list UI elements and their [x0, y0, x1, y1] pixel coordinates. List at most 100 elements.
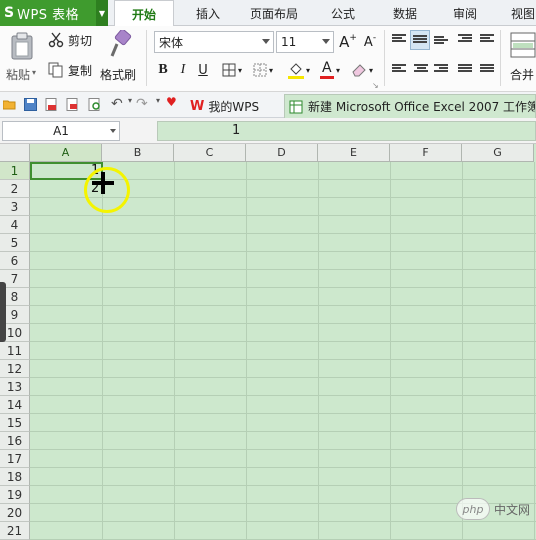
app-menu-button[interactable]: S WPS 表格	[0, 0, 96, 26]
row-header-6[interactable]: 6	[0, 252, 30, 270]
align-middle-button[interactable]	[410, 30, 430, 50]
merge-label: 合并	[510, 68, 535, 82]
chevron-down-icon: ▾	[268, 65, 273, 75]
row-header-21[interactable]: 21	[0, 522, 30, 540]
tab-data[interactable]: 数据	[380, 0, 430, 26]
spreadsheet-grid[interactable]: ABCDEFG 1 2 3 4 5 6 7 8 9 10 11 12 13 14 15 16 17 18 19 20 2…	[0, 144, 536, 540]
fill-handle-crosshair-icon	[92, 172, 114, 194]
grid-column-line	[246, 162, 247, 540]
shrink-font-button[interactable]: A-	[360, 31, 380, 53]
app-name: WPS 表格	[17, 7, 80, 23]
copy-label: 复制	[68, 63, 93, 78]
undo-icon[interactable]: ↶	[111, 96, 124, 112]
column-header-g[interactable]: G	[462, 144, 534, 162]
tab-page-layout[interactable]: 页面布局	[240, 0, 308, 26]
tab-home[interactable]: 开始	[114, 0, 174, 27]
grid-pattern-icon	[253, 63, 267, 77]
align-top-icon[interactable]	[392, 34, 406, 46]
ribbon-separator	[500, 30, 501, 86]
clear-format-button[interactable]: ▾	[348, 58, 376, 82]
tab-insert[interactable]: 插入	[180, 0, 236, 26]
column-header-f[interactable]: F	[390, 144, 462, 162]
row-header-15[interactable]: 15	[0, 414, 30, 432]
align-left-icon[interactable]	[392, 64, 406, 76]
align-justify-icon[interactable]	[458, 64, 472, 76]
row-header-13[interactable]: 13	[0, 378, 30, 396]
align-center-icon[interactable]	[414, 64, 428, 76]
name-box-value: A1	[53, 124, 69, 138]
doc-tab-workbook[interactable]: 新建 Microsoft Office Excel 2007 工作簿	[284, 94, 536, 118]
print-icon[interactable]	[66, 98, 79, 111]
select-all-corner[interactable]	[0, 144, 30, 162]
italic-button[interactable]: I	[174, 60, 192, 80]
print-preview-icon[interactable]	[88, 98, 101, 111]
row-header-16[interactable]: 16	[0, 432, 30, 450]
tab-formulas[interactable]: 公式	[318, 0, 368, 26]
row-header-19[interactable]: 19	[0, 486, 30, 504]
paste-button[interactable]: 粘贴 ▾	[4, 30, 40, 88]
paste-dropdown-icon[interactable]: ▾	[32, 68, 36, 77]
borders-button[interactable]: ▾	[218, 60, 246, 80]
underline-button[interactable]: U	[194, 60, 212, 80]
wrap-indent-right-icon[interactable]	[480, 34, 494, 46]
tab-view[interactable]: 视图	[500, 0, 536, 26]
paint-bucket-icon	[287, 63, 304, 79]
paste-label: 粘贴	[6, 68, 31, 82]
doc-tab-my-wps[interactable]: W 我的WPS	[186, 94, 276, 118]
grid-row-line	[30, 395, 536, 396]
grid-row-line	[30, 233, 536, 234]
column-header-c[interactable]: C	[174, 144, 246, 162]
copy-icon	[48, 62, 63, 78]
app-menu-dropdown-icon[interactable]: ▼	[96, 0, 108, 26]
font-color-button[interactable]: A ▾	[316, 58, 344, 82]
fill-color-button[interactable]: ▾	[284, 58, 314, 82]
cell-fill-pattern-button[interactable]: ▾	[248, 60, 278, 80]
cut-button[interactable]: 剪切	[48, 30, 98, 50]
pin-icon[interactable]: ♥	[166, 95, 179, 109]
row-header-1[interactable]: 1	[0, 162, 30, 180]
format-painter-label: 格式刷	[100, 68, 137, 82]
ribbon-tab-bar: S WPS 表格 ▼ 开始 插入 页面布局 公式 数据 审阅 视图	[0, 0, 536, 27]
column-header-d[interactable]: D	[246, 144, 318, 162]
column-header-a[interactable]: A	[30, 144, 102, 162]
export-pdf-icon[interactable]	[45, 98, 58, 111]
row-header-12[interactable]: 12	[0, 360, 30, 378]
grid-column-line	[174, 162, 175, 540]
row-header-5[interactable]: 5	[0, 234, 30, 252]
grow-font-label: A	[339, 33, 350, 51]
open-folder-icon[interactable]	[3, 98, 16, 111]
row-header-3[interactable]: 3	[0, 198, 30, 216]
redo-icon[interactable]: ↷	[136, 96, 149, 112]
grow-font-button[interactable]: A +	[338, 31, 358, 53]
merge-center-button[interactable]: 合并	[506, 30, 536, 88]
name-box[interactable]: A1	[2, 121, 120, 141]
wrap-indent-left-icon[interactable]	[458, 34, 472, 46]
align-bottom-icon[interactable]	[434, 36, 448, 48]
copy-button[interactable]: 复制	[48, 60, 98, 80]
row-header-2[interactable]: 2	[0, 180, 30, 198]
formula-input[interactable]: 1	[157, 121, 536, 141]
side-panel-handle[interactable]	[0, 282, 6, 342]
align-right-icon[interactable]	[434, 64, 448, 76]
row-header-18[interactable]: 18	[0, 468, 30, 486]
column-header-b[interactable]: B	[102, 144, 174, 162]
save-icon[interactable]	[24, 98, 37, 111]
row-header-11[interactable]: 11	[0, 342, 30, 360]
clipboard-icon	[11, 32, 33, 60]
font-size-value: 11	[281, 35, 297, 49]
format-painter-button[interactable]: 格式刷	[100, 30, 140, 88]
row-header-14[interactable]: 14	[0, 396, 30, 414]
row-header-20[interactable]: 20	[0, 504, 30, 522]
grid-row-line	[30, 377, 536, 378]
font-dialog-launcher-icon[interactable]: ↘	[372, 81, 379, 90]
column-header-e[interactable]: E	[318, 144, 390, 162]
font-name-select[interactable]: 宋体	[154, 31, 274, 53]
row-header-4[interactable]: 4	[0, 216, 30, 234]
font-size-select[interactable]: 11	[276, 31, 334, 53]
distributed-align-icon[interactable]	[480, 64, 494, 76]
grid-row-line	[30, 449, 536, 450]
row-header-17[interactable]: 17	[0, 450, 30, 468]
tab-review[interactable]: 审阅	[442, 0, 488, 26]
bold-button[interactable]: B	[154, 60, 172, 80]
font-color-letter: A	[321, 60, 332, 76]
